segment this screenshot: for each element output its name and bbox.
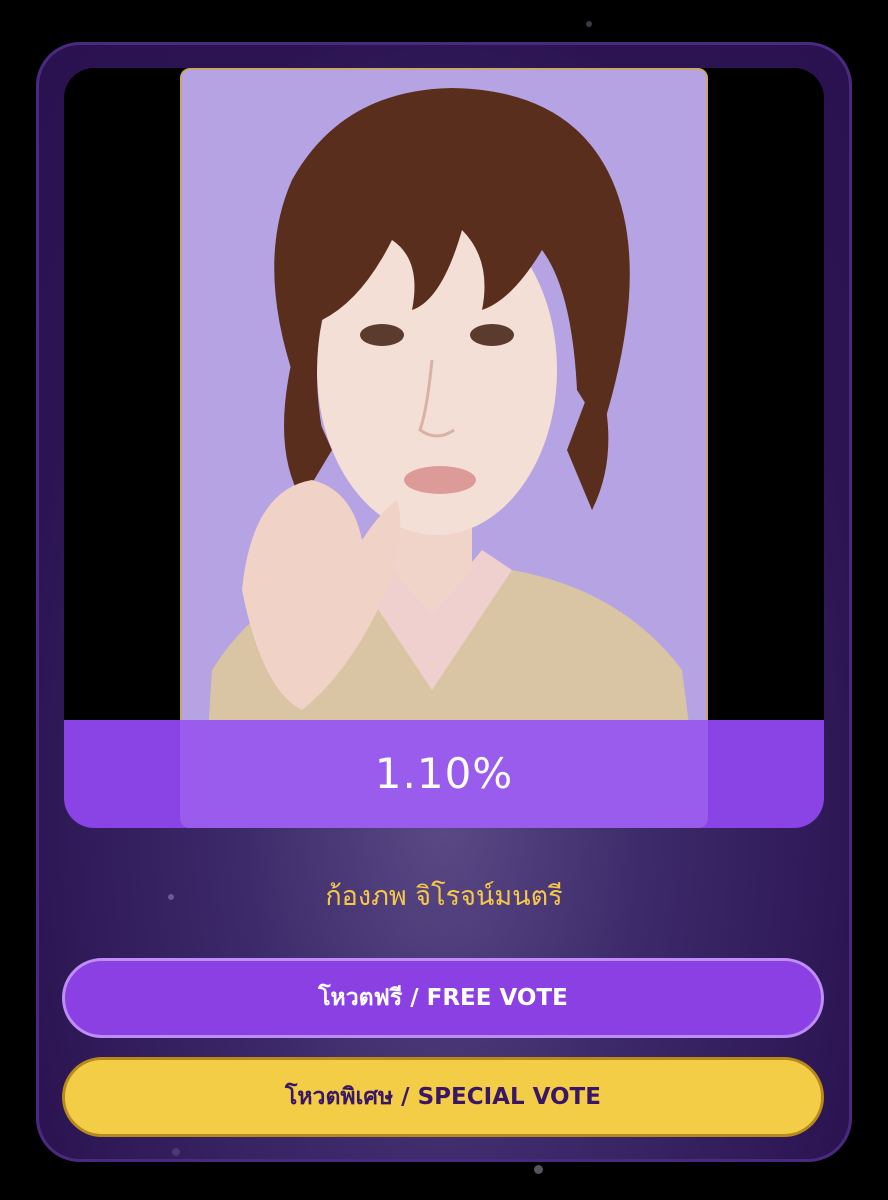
free-vote-button[interactable]: โหวตฟรี / FREE VOTE bbox=[62, 958, 824, 1038]
decor-dot-bottom bbox=[534, 1165, 543, 1174]
vote-percentage: 1.10% bbox=[374, 749, 514, 798]
vote-page: 1.10% ก้องภพ จิโรจน์มนตรี โหวตฟรี / FREE… bbox=[0, 0, 888, 1200]
candidate-portrait-icon bbox=[182, 70, 706, 826]
decor-dot-left bbox=[168, 894, 174, 900]
special-vote-button[interactable]: โหวตพิเศษ / SPECIAL VOTE bbox=[62, 1057, 824, 1137]
decor-dot-bottom-left bbox=[172, 1148, 180, 1156]
candidate-card: 1.10% ก้องภพ จิโรจน์มนตรี โหวตฟรี / FREE… bbox=[36, 42, 852, 1162]
decor-dot-top bbox=[586, 21, 592, 27]
candidate-name: ก้องภพ จิโรจน์มนตรี bbox=[325, 881, 563, 912]
percent-bar: 1.10% bbox=[64, 720, 824, 828]
photo-frame: 1.10% bbox=[64, 68, 824, 828]
candidate-photo bbox=[180, 68, 708, 828]
